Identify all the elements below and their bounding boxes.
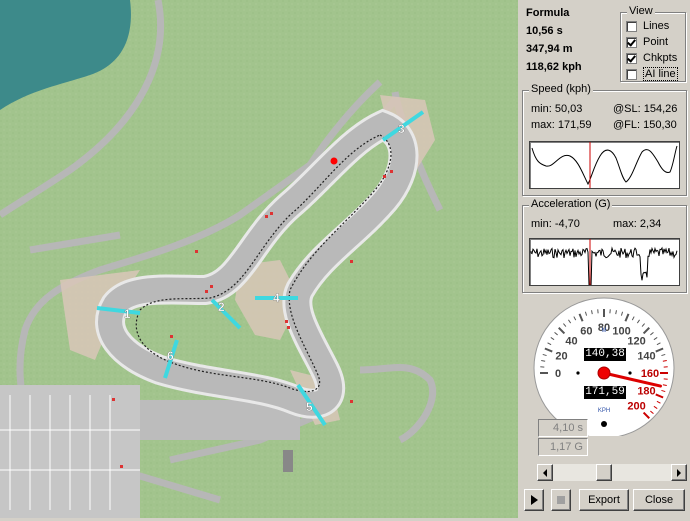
checkpoint-label-3: 3 bbox=[398, 122, 405, 136]
gauge-unit-bottom: KPH bbox=[598, 408, 610, 414]
arrow-left-icon bbox=[541, 469, 549, 477]
speedometer-label: 0 bbox=[555, 368, 561, 380]
point-checkbox[interactable] bbox=[626, 37, 637, 48]
scroll-thumb[interactable] bbox=[596, 464, 612, 481]
play-button[interactable] bbox=[524, 489, 544, 511]
checkpoint-label-4: 4 bbox=[273, 291, 280, 305]
acceleration-trace bbox=[531, 248, 677, 285]
current-speed: 118,62 kph bbox=[526, 61, 582, 73]
speedometer-label: 20 bbox=[555, 350, 567, 362]
speedometer-label: 40 bbox=[565, 335, 577, 347]
speedometer-label: 200 bbox=[627, 401, 645, 413]
speedometer-label: 140 bbox=[637, 350, 655, 362]
needle-hub bbox=[598, 367, 610, 379]
acceleration-group-title: Acceleration (G) bbox=[529, 198, 612, 210]
checkpoint-label-2: 2 bbox=[218, 300, 225, 314]
export-button[interactable]: Export bbox=[579, 489, 629, 511]
view-group-title: View bbox=[627, 5, 655, 17]
car-name: Formula bbox=[526, 7, 569, 19]
speedometer-label: 120 bbox=[627, 335, 645, 347]
speed-graph-svg bbox=[530, 142, 679, 188]
stop-icon bbox=[556, 495, 566, 505]
acceleration-graph-svg bbox=[530, 239, 679, 285]
speed-min: min: 50,03 bbox=[531, 103, 582, 115]
timeline-scrollbar[interactable] bbox=[536, 463, 688, 482]
acceleration-group: Acceleration (G) min: -4,70 max: 2,34 bbox=[522, 205, 687, 293]
stop-button[interactable] bbox=[551, 489, 571, 511]
acceleration-graph[interactable] bbox=[529, 238, 680, 286]
speed-max: max: 171,59 bbox=[531, 119, 592, 131]
lines-checkbox[interactable] bbox=[626, 21, 637, 32]
view-group: View Lines Point Chkpts AI line bbox=[620, 12, 686, 82]
track-map[interactable]: 1 2 3 4 5 6 bbox=[0, 0, 518, 518]
checkpoint-label-6: 6 bbox=[167, 349, 174, 363]
g-readout: 1,17 G bbox=[538, 438, 588, 456]
option-point[interactable]: Point bbox=[626, 35, 668, 49]
speed-group: Speed (kph) min: 50,03 @SL: 154,26 max: … bbox=[522, 90, 687, 196]
speedometer-label: 60 bbox=[580, 326, 592, 338]
gauge-unit-top: M bbox=[602, 328, 607, 334]
chkpts-checkbox[interactable] bbox=[626, 53, 637, 64]
info-panel: Formula 10,56 s 347,94 m 118,62 kph View… bbox=[518, 0, 690, 518]
checkpoint-label-5: 5 bbox=[306, 400, 313, 414]
car-position-marker bbox=[331, 158, 338, 165]
arrow-right-icon bbox=[675, 469, 683, 477]
scroll-right-button[interactable] bbox=[671, 464, 687, 481]
accel-max: max: 2,34 bbox=[613, 218, 661, 230]
speed-fl: @FL: 150,30 bbox=[613, 119, 677, 131]
option-lines[interactable]: Lines bbox=[626, 19, 669, 33]
close-button[interactable]: Close bbox=[633, 489, 685, 511]
speedometer: 020406080100120140160180200 M KPH bbox=[526, 296, 686, 436]
checkpoint-label-1: 1 bbox=[124, 307, 131, 321]
play-icon bbox=[529, 495, 539, 505]
ai-line-checkbox[interactable] bbox=[626, 69, 637, 80]
time-readout: 4,10 s bbox=[538, 419, 588, 437]
speedometer-label: 180 bbox=[637, 386, 655, 398]
distance: 347,94 m bbox=[526, 43, 572, 55]
track-map-svg: 1 2 3 4 5 6 bbox=[0, 0, 518, 518]
speedometer-label: 160 bbox=[641, 368, 659, 380]
gauge-lcd-top: 140,38 bbox=[584, 348, 626, 361]
accel-min: min: -4,70 bbox=[531, 218, 580, 230]
option-ai-line[interactable]: AI line bbox=[626, 67, 678, 81]
scroll-left-button[interactable] bbox=[537, 464, 553, 481]
speed-sl: @SL: 154,26 bbox=[613, 103, 677, 115]
lap-time: 10,56 s bbox=[526, 25, 563, 37]
speed-graph[interactable] bbox=[529, 141, 680, 189]
gauge-lcd-bottom: 171,59 bbox=[584, 386, 626, 399]
option-chkpts[interactable]: Chkpts bbox=[626, 51, 677, 65]
speed-group-title: Speed (kph) bbox=[529, 83, 593, 95]
